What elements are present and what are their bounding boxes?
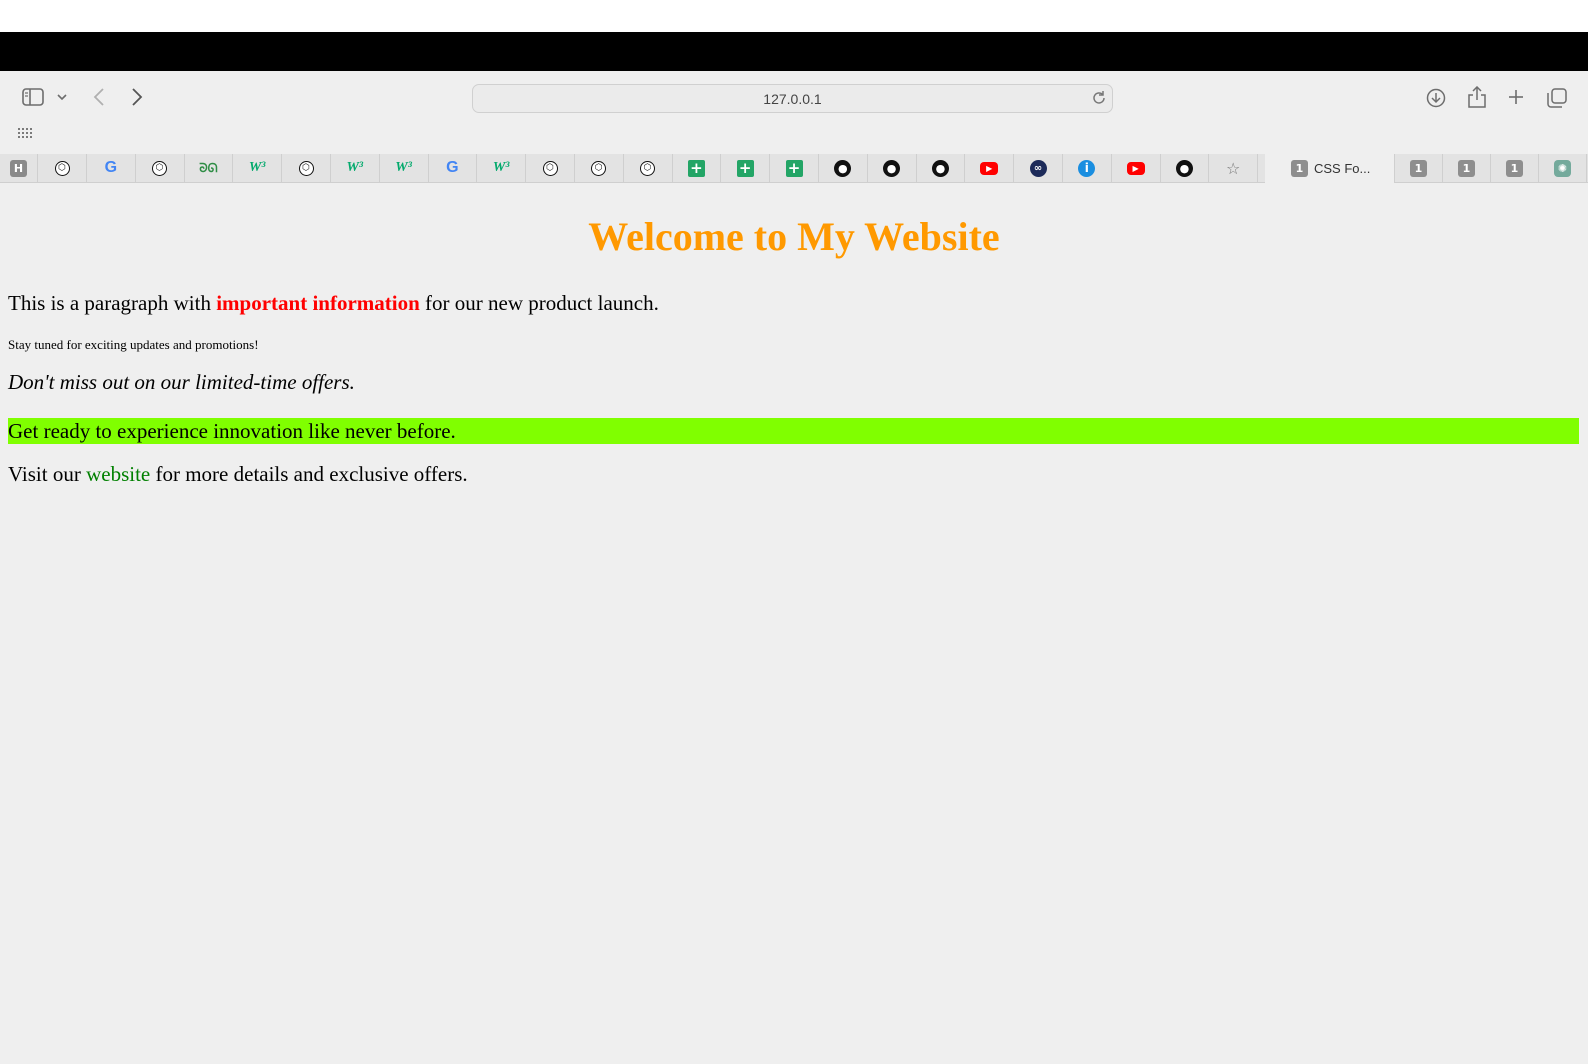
downloads-icon[interactable] <box>1426 88 1446 108</box>
tab-google-sheets[interactable]: + <box>770 154 819 182</box>
tab-codepen[interactable]: ⬡ <box>136 154 185 182</box>
tab-css-fo[interactable]: 1 CSS Fo... <box>1265 154 1395 183</box>
stay-tuned-paragraph: Stay tuned for exciting updates and prom… <box>8 337 259 352</box>
top-margin <box>0 0 1588 32</box>
new-tab-icon[interactable] <box>1508 89 1524 105</box>
geeksforgeeks-icon: ᘐᘏ <box>199 160 218 175</box>
page-heading: Welcome to My Website <box>588 214 1000 259</box>
codepen-icon: ⬡ <box>640 160 656 176</box>
tab-youtube[interactable]: ▶ <box>965 154 1015 182</box>
intro-paragraph: This is a paragraph with important infor… <box>8 291 659 316</box>
intro-text-start: This is a paragraph with <box>8 291 217 315</box>
google-sheets-icon: + <box>736 159 754 177</box>
tab-star[interactable]: ☆ <box>1209 154 1259 182</box>
tab-hacker-news[interactable]: H <box>0 154 38 182</box>
tab-bar: 1 CSS Fo... H ⬡ G ⬡ ᘐᘏ W³ ⬡ W³ W³ G W³ ⬡ ⬡ ⬡ + + + ● ● ● ▶ ∞ i… <box>0 154 1588 183</box>
tab-codepen[interactable]: ⬡ <box>282 154 331 182</box>
visit-text-end: for more details and exclusive offers. <box>150 462 468 486</box>
onepassword-icon: 1 <box>1458 159 1475 177</box>
google-icon: G <box>446 159 459 176</box>
google-sheets-icon: + <box>687 159 705 177</box>
tab-codepen[interactable]: ⬡ <box>575 154 624 182</box>
website-link[interactable]: website <box>86 462 150 486</box>
highlight-paragraph: Get ready to experience innovation like … <box>8 418 1579 444</box>
tab-google-sheets[interactable]: + <box>721 154 771 182</box>
tab-google[interactable]: G <box>87 154 136 182</box>
hacker-news-icon: H <box>10 159 27 177</box>
onepassword-icon: 1 <box>1291 160 1308 177</box>
chevron-down-icon[interactable] <box>57 93 67 101</box>
github-icon: ● <box>834 159 852 177</box>
menu-bar <box>0 32 1588 71</box>
tab-onepassword[interactable]: 1 <box>1491 154 1539 182</box>
codepen-icon: ⬡ <box>54 160 70 176</box>
w3schools-icon: W³ <box>395 160 412 175</box>
youtube-icon: ▶ <box>1126 161 1145 175</box>
w3schools-icon: W³ <box>248 160 266 175</box>
tab-github[interactable]: ● <box>868 154 917 182</box>
offers-paragraph: Don't miss out on our limited-time offer… <box>8 370 355 394</box>
visit-paragraph: Visit our website for more details and e… <box>8 462 468 487</box>
tab-w3schools[interactable]: W³ <box>477 154 527 182</box>
google-icon: G <box>104 159 118 176</box>
tab-onepassword[interactable]: 1 <box>1395 154 1443 182</box>
codepen-icon: ⬡ <box>542 160 558 176</box>
github-icon: ● <box>931 159 949 177</box>
info-icon: i <box>1078 159 1096 177</box>
tab-title: CSS Fo... <box>1314 161 1371 176</box>
codepen-icon: ⬡ <box>152 160 168 176</box>
github-icon: ● <box>883 159 901 177</box>
google-sheets-icon: + <box>785 159 803 177</box>
share-icon[interactable] <box>1468 86 1486 108</box>
tab-overview-icon[interactable] <box>1547 88 1567 108</box>
tab-geeksforgeeks[interactable]: ᘐᘏ <box>184 154 234 182</box>
star-icon: ☆ <box>1226 158 1241 178</box>
tab-w3schools[interactable]: W³ <box>380 154 429 182</box>
tab-codepen[interactable]: ⬡ <box>526 154 575 182</box>
tab-google[interactable]: G <box>428 154 478 182</box>
tab-codepen[interactable]: ⬡ <box>38 154 87 182</box>
tab-chatgpt[interactable]: ✺ <box>1539 154 1587 182</box>
youtube-icon: ▶ <box>980 161 999 175</box>
w3schools-icon: W³ <box>492 160 510 175</box>
github-icon: ● <box>1175 159 1193 177</box>
tab-codepen[interactable]: ⬡ <box>624 154 673 182</box>
tab-github[interactable]: ● <box>1160 154 1210 182</box>
tab-w3schools[interactable]: W³ <box>331 154 380 182</box>
tab-youtube[interactable]: ▶ <box>1112 154 1161 182</box>
tab-onepassword[interactable]: 1 <box>1443 154 1491 182</box>
tab-github[interactable]: ● <box>819 154 868 182</box>
browser-toolbar: 127.0.0.1 <box>0 71 1588 154</box>
tab-w3schools[interactable]: W³ <box>233 154 283 182</box>
codepen-icon: ⬡ <box>298 160 314 176</box>
tab-loop[interactable]: ∞ <box>1014 154 1063 182</box>
address-bar[interactable]: 127.0.0.1 <box>472 84 1113 113</box>
tab-overview-grid-icon[interactable] <box>18 128 32 138</box>
onepassword-icon: 1 <box>1410 159 1427 177</box>
chatgpt-icon: ✺ <box>1554 159 1571 177</box>
w3schools-icon: W³ <box>346 160 364 175</box>
loop-icon: ∞ <box>1029 159 1047 177</box>
tab-google-sheets[interactable]: + <box>672 154 722 182</box>
important-text: important information <box>216 291 420 315</box>
onepassword-icon: 1 <box>1506 159 1523 177</box>
sidebar-icon[interactable] <box>22 88 44 106</box>
intro-text-end: for our new product launch. <box>419 291 659 315</box>
forward-icon[interactable] <box>131 88 143 106</box>
page-content: Welcome to My Website This is a paragrap… <box>0 183 1588 1064</box>
visit-text-start: Visit our <box>8 462 87 486</box>
reload-icon[interactable] <box>1091 90 1107 111</box>
address-url: 127.0.0.1 <box>763 91 822 107</box>
back-icon[interactable] <box>93 88 105 106</box>
tab-github[interactable]: ● <box>916 154 966 182</box>
codepen-icon: ⬡ <box>591 160 607 176</box>
tab-info[interactable]: i <box>1063 154 1112 182</box>
